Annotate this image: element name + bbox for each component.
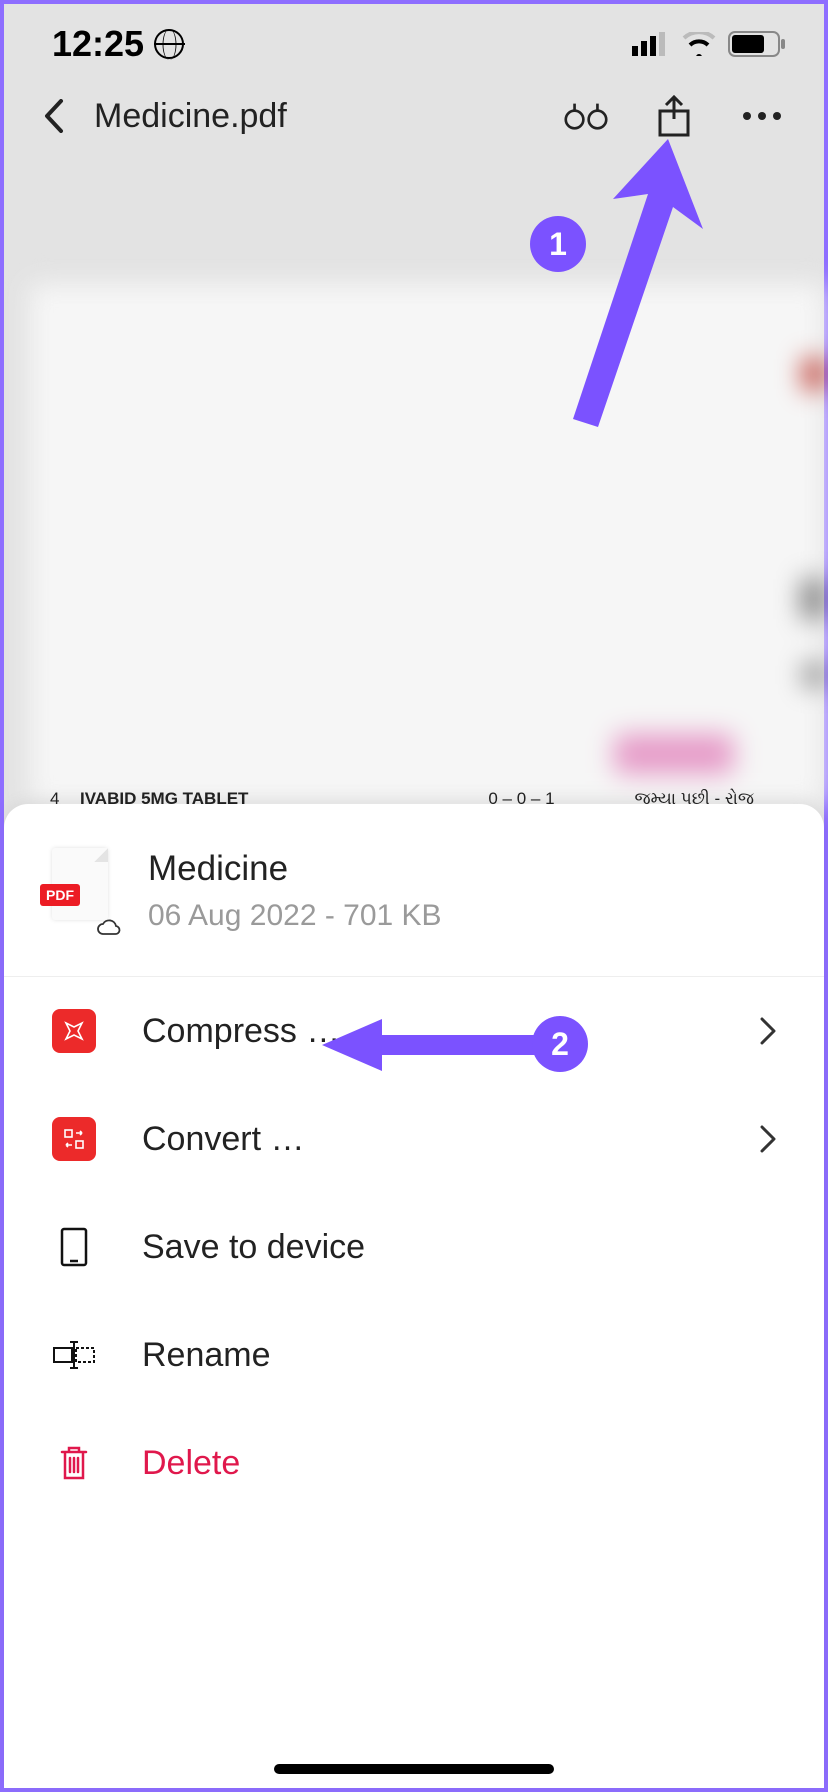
- back-button[interactable]: [34, 96, 74, 136]
- topbar: Medicine.pdf: [4, 84, 824, 168]
- file-name: Medicine: [148, 849, 442, 889]
- file-details: 06 Aug 2022 - 701 KB: [148, 899, 442, 933]
- chevron-right-icon: [760, 1017, 776, 1045]
- time-text: 12:25: [52, 23, 144, 65]
- device-icon: [52, 1225, 96, 1269]
- rename-icon: [52, 1333, 96, 1377]
- badge-text: 1: [549, 226, 567, 263]
- menu-item-save[interactable]: Save to device: [4, 1193, 824, 1301]
- badge-text: 2: [551, 1026, 569, 1063]
- cloud-icon: [96, 918, 122, 936]
- menu-item-convert[interactable]: Convert …: [4, 1085, 824, 1193]
- annotation-step-1: 1: [530, 216, 586, 272]
- chevron-right-icon: [760, 1125, 776, 1153]
- globe-icon: [154, 29, 184, 59]
- menu-item-compress[interactable]: Compress …: [4, 977, 824, 1085]
- annotation-step-2: 2: [532, 1016, 588, 1072]
- more-button[interactable]: [740, 94, 784, 138]
- document-preview[interactable]: [30, 284, 824, 804]
- status-time: 12:25: [52, 23, 184, 65]
- share-icon: [657, 95, 691, 137]
- status-bar: 12:25: [4, 4, 824, 84]
- file-icon: PDF: [40, 848, 118, 934]
- file-meta: Medicine 06 Aug 2022 - 701 KB: [148, 849, 442, 933]
- action-sheet: PDF Medicine 06 Aug 2022 - 701 KB Compre…: [4, 804, 824, 1788]
- status-icons: [632, 31, 786, 57]
- trash-icon: [52, 1441, 96, 1485]
- menu-item-rename[interactable]: Rename: [4, 1301, 824, 1409]
- menu-label: Delete: [142, 1444, 776, 1483]
- share-button[interactable]: [652, 94, 696, 138]
- menu-label: Convert …: [142, 1120, 714, 1159]
- home-indicator[interactable]: [274, 1764, 554, 1774]
- page-title: Medicine.pdf: [94, 97, 544, 136]
- more-icon: [742, 111, 782, 121]
- wifi-icon: [682, 32, 716, 56]
- menu-label: Compress …: [142, 1012, 714, 1051]
- battery-icon: [728, 31, 786, 57]
- chevron-left-icon: [44, 99, 64, 133]
- pdf-badge: PDF: [40, 884, 80, 906]
- sheet-file-header: PDF Medicine 06 Aug 2022 - 701 KB: [4, 804, 824, 977]
- cellular-icon: [632, 32, 670, 56]
- compress-icon: [52, 1009, 96, 1053]
- topbar-actions: [564, 94, 784, 138]
- menu-label: Rename: [142, 1336, 776, 1375]
- menu-label: Save to device: [142, 1228, 776, 1267]
- convert-icon: [52, 1117, 96, 1161]
- reading-mode-button[interactable]: [564, 94, 608, 138]
- glasses-icon: [564, 100, 608, 132]
- menu-item-delete[interactable]: Delete: [4, 1409, 824, 1517]
